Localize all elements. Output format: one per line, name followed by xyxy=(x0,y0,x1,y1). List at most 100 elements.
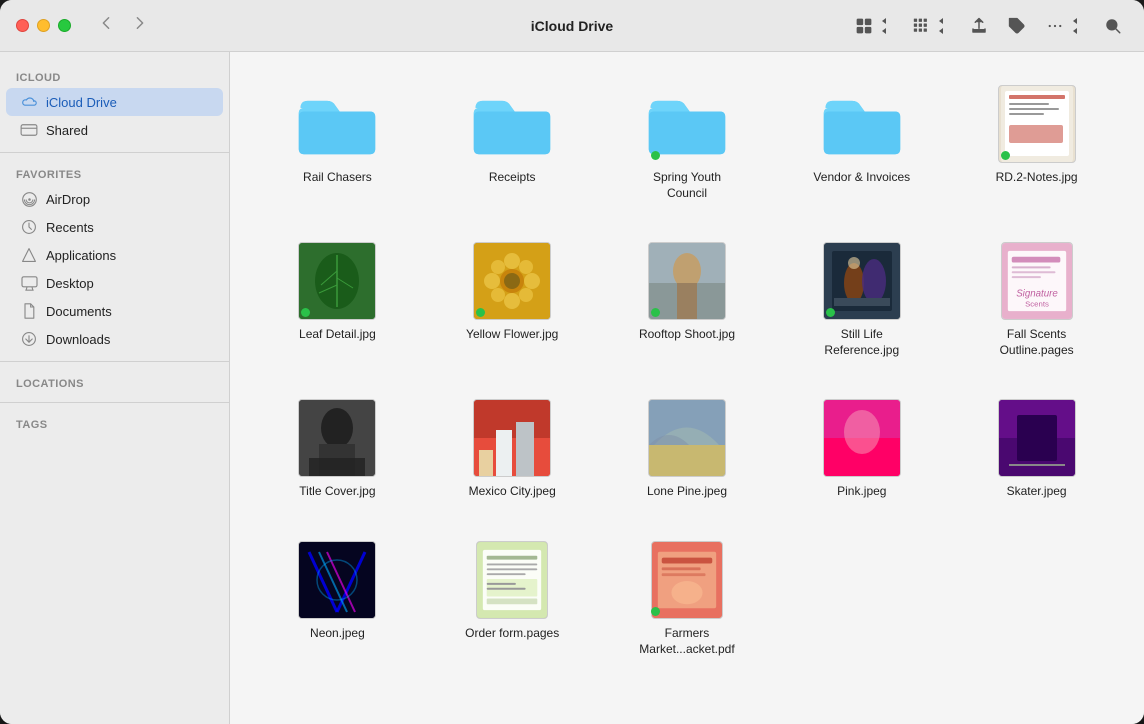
img-icon-title-cover xyxy=(297,398,377,478)
sidebar-item-documents[interactable]: Documents xyxy=(6,297,223,325)
traffic-lights xyxy=(16,19,71,32)
file-name-rooftop: Rooftop Shoot.jpg xyxy=(639,327,735,343)
applications-icon xyxy=(20,246,38,264)
status-dot-rd2 xyxy=(1001,151,1010,160)
file-item-leaf-detail[interactable]: Leaf Detail.jpg xyxy=(258,233,417,366)
img-icon-flower xyxy=(472,241,552,321)
sidebar-label-recents: Recents xyxy=(46,220,94,235)
folder-icon-spring-youth xyxy=(647,84,727,164)
toolbar-right xyxy=(849,13,1128,39)
desktop-icon xyxy=(20,274,38,292)
img-icon-lone-pine xyxy=(647,398,727,478)
status-dot-farmers xyxy=(651,607,660,616)
file-name-still-life: Still Life Reference.jpg xyxy=(812,327,912,358)
sidebar-item-applications[interactable]: Applications xyxy=(6,241,223,269)
sidebar-label-airdrop: AirDrop xyxy=(46,192,90,207)
folder-svg-vendor xyxy=(822,89,902,159)
downloads-icon xyxy=(20,330,38,348)
file-name-mexico-city: Mexico City.jpeg xyxy=(469,484,556,500)
sidebar-item-shared[interactable]: Shared xyxy=(6,116,223,144)
status-dot-still-life xyxy=(826,308,835,317)
column-view-button[interactable] xyxy=(907,13,956,39)
file-item-rd2-notes[interactable]: RD.2-Notes.jpg xyxy=(957,76,1116,209)
close-button[interactable] xyxy=(16,19,29,32)
img-icon-rd2 xyxy=(997,84,1077,164)
files-grid: Rail Chasers Receipts xyxy=(258,76,1116,665)
tag-button[interactable] xyxy=(1002,13,1032,39)
clock-icon xyxy=(20,218,38,236)
sidebar-item-desktop[interactable]: Desktop xyxy=(6,269,223,297)
more-button[interactable] xyxy=(1040,13,1090,39)
minimize-button[interactable] xyxy=(37,19,50,32)
file-item-still-life[interactable]: Still Life Reference.jpg xyxy=(782,233,941,366)
file-name-leaf: Leaf Detail.jpg xyxy=(299,327,376,343)
file-name-flower: Yellow Flower.jpg xyxy=(466,327,558,343)
img-icon-still-life xyxy=(822,241,902,321)
file-name-rd2: RD.2-Notes.jpg xyxy=(996,170,1078,186)
file-name-vendor: Vendor & Invoices xyxy=(813,170,910,186)
file-name-spring-youth: Spring Youth Council xyxy=(637,170,737,201)
file-name-neon: Neon.jpeg xyxy=(310,626,365,642)
main-content: Rail Chasers Receipts xyxy=(230,52,1144,724)
sidebar-section-tags: Tags xyxy=(0,411,229,435)
file-item-skater[interactable]: Skater.jpeg xyxy=(957,390,1116,508)
folder-svg-receipts xyxy=(472,89,552,159)
sidebar-section-icloud: iCloud xyxy=(0,64,229,88)
sidebar-item-icloud-drive[interactable]: iCloud Drive xyxy=(6,88,223,116)
folder-icon-vendor xyxy=(822,84,902,164)
file-item-yellow-flower[interactable]: Yellow Flower.jpg xyxy=(433,233,592,366)
svg-text:Scents: Scents xyxy=(1025,299,1049,308)
sidebar-label-documents: Documents xyxy=(46,304,112,319)
sidebar-item-downloads[interactable]: Downloads xyxy=(6,325,223,353)
content-area: iCloud iCloud Drive Shared Favorites xyxy=(0,52,1144,724)
file-item-order-form[interactable]: Order form.pages xyxy=(433,532,592,665)
img-icon-mexico-city xyxy=(472,398,552,478)
file-item-pink[interactable]: Pink.jpeg xyxy=(782,390,941,508)
airdrop-icon xyxy=(20,190,38,208)
file-item-rooftop[interactable]: Rooftop Shoot.jpg xyxy=(608,233,767,366)
finder-window: iCloud Drive xyxy=(0,0,1144,724)
img-icon-neon xyxy=(297,540,377,620)
titlebar: iCloud Drive xyxy=(0,0,1144,52)
sidebar-item-airdrop[interactable]: AirDrop xyxy=(6,185,223,213)
nav-buttons xyxy=(91,10,155,41)
file-name-lone-pine: Lone Pine.jpeg xyxy=(647,484,727,500)
folder-icon-rail-chasers xyxy=(297,84,377,164)
file-item-vendor[interactable]: Vendor & Invoices xyxy=(782,76,941,209)
back-button[interactable] xyxy=(91,10,121,41)
sidebar-label-downloads: Downloads xyxy=(46,332,110,347)
sidebar-section-locations: Locations xyxy=(0,370,229,394)
forward-button[interactable] xyxy=(125,10,155,41)
file-name-order-form: Order form.pages xyxy=(465,626,559,642)
file-item-spring-youth[interactable]: Spring Youth Council xyxy=(608,76,767,209)
folder-svg xyxy=(297,89,377,159)
file-item-mexico-city[interactable]: Mexico City.jpeg xyxy=(433,390,592,508)
search-button[interactable] xyxy=(1098,13,1128,39)
folder-icon-receipts xyxy=(472,84,552,164)
sidebar-section-favorites: Favorites xyxy=(0,161,229,185)
img-icon-leaf xyxy=(297,241,377,321)
grid-view-button[interactable] xyxy=(849,13,899,39)
shared-icon xyxy=(20,121,38,139)
file-item-title-cover[interactable]: Title Cover.jpg xyxy=(258,390,417,508)
sidebar-label-icloud-drive: iCloud Drive xyxy=(46,95,117,110)
maximize-button[interactable] xyxy=(58,19,71,32)
folder-svg-spring xyxy=(647,89,727,159)
file-item-rail-chasers[interactable]: Rail Chasers xyxy=(258,76,417,209)
documents-icon xyxy=(20,302,38,320)
file-name-skater: Skater.jpeg xyxy=(1007,484,1067,500)
sidebar-label-shared: Shared xyxy=(46,123,88,138)
sidebar-item-recents[interactable]: Recents xyxy=(6,213,223,241)
img-icon-skater xyxy=(997,398,1077,478)
file-item-farmers-market[interactable]: Farmers Market...acket.pdf xyxy=(608,532,767,665)
file-item-lone-pine[interactable]: Lone Pine.jpeg xyxy=(608,390,767,508)
sidebar: iCloud iCloud Drive Shared Favorites xyxy=(0,52,230,724)
file-item-neon[interactable]: Neon.jpeg xyxy=(258,532,417,665)
file-name-title-cover: Title Cover.jpg xyxy=(299,484,375,500)
file-item-receipts[interactable]: Receipts xyxy=(433,76,592,209)
share-button[interactable] xyxy=(964,13,994,39)
file-name-farmers-market: Farmers Market...acket.pdf xyxy=(637,626,737,657)
file-item-fall-scents[interactable]: SignatureScents Fall Scents Outline.page… xyxy=(957,233,1116,366)
status-dot-spring xyxy=(651,151,660,160)
img-icon-pink xyxy=(822,398,902,478)
